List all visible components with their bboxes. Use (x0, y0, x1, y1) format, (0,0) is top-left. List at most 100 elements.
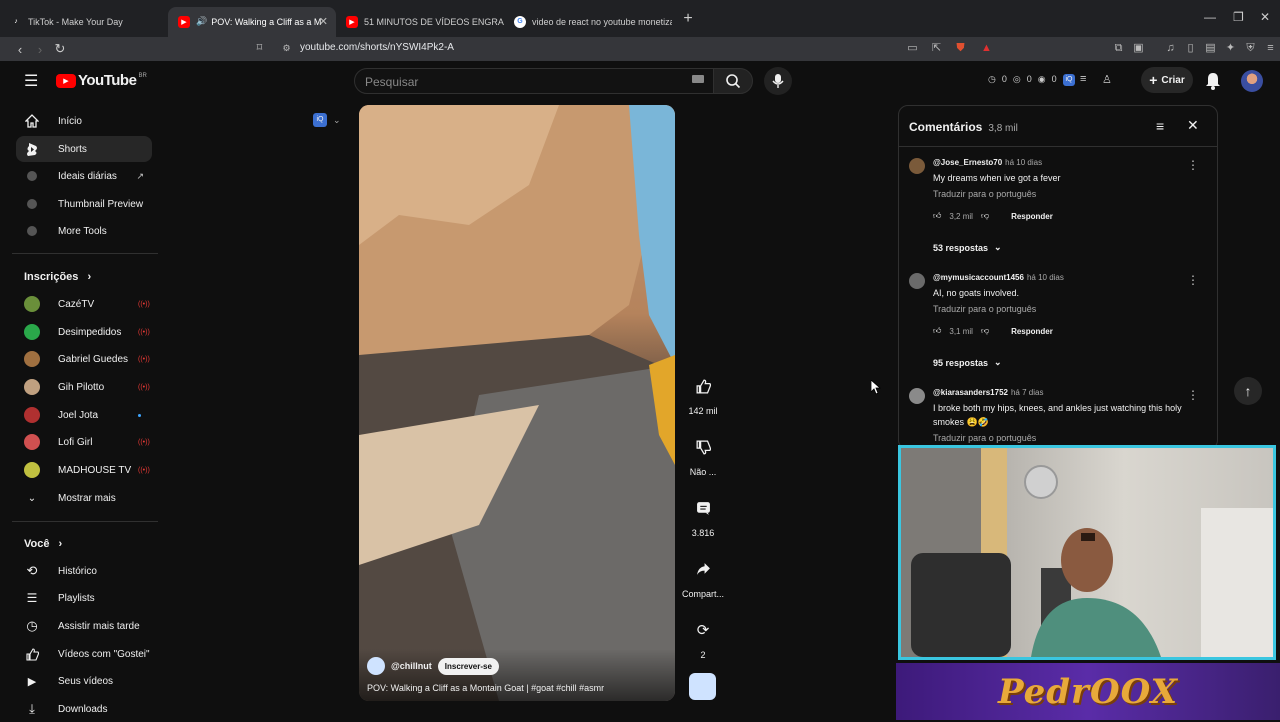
more-vertical-icon[interactable]: ⋮ (1187, 388, 1199, 402)
subscription-item-joel-jota[interactable]: Joel Jota (16, 402, 152, 428)
sidebar-item-inicio[interactable]: Início (16, 108, 152, 134)
like-button[interactable]: 142 mil (682, 372, 724, 416)
sidebar-item-seus-videos[interactable]: ▶︎ Seus vídeos (16, 668, 152, 694)
channel-name[interactable]: @chillnut (391, 661, 432, 671)
hamburger-menu-icon[interactable]: ☰ (24, 71, 38, 91)
dislike-button[interactable]: Não ... (682, 433, 724, 477)
sort-icon[interactable]: ≡ (1156, 118, 1164, 134)
subscriptions-header[interactable]: Inscrições › (24, 271, 91, 283)
notifications-bell-icon[interactable] (1205, 72, 1221, 90)
account-avatar[interactable] (1241, 70, 1263, 92)
thumbs-up-icon[interactable]: 👍︎ (933, 326, 941, 336)
reload-icon[interactable]: ↻ (50, 41, 70, 57)
rewards-icon[interactable]: ▲ (980, 42, 993, 55)
more-vertical-icon[interactable]: ⋮ (1187, 158, 1199, 172)
translate-link[interactable]: Traduzir para o português (933, 304, 1036, 314)
browser-tab-youtube-video[interactable]: ▶ 51 MINUTOS DE VÍDEOS ENGRAÇAD (336, 7, 504, 37)
maximize-icon[interactable]: ❐ (1233, 10, 1244, 24)
leo-icon[interactable]: ✦ (1224, 42, 1237, 55)
vidiq-toggle[interactable]: iQ ⌄ (313, 113, 341, 127)
brave-shield-icon[interactable]: ⛊ (954, 42, 967, 55)
install-icon[interactable]: ▭ (906, 42, 919, 55)
menu-icon[interactable]: ≡ (1264, 42, 1277, 55)
share-page-icon[interactable]: ⇱ (930, 42, 943, 55)
sidebar-item-assistir-mais-tarde[interactable]: ◷ Assistir mais tarde (16, 613, 152, 639)
subscription-item-gabriel-guedes[interactable]: Gabriel Guedes ((•)) (16, 346, 152, 372)
comment-author[interactable]: @kiarasanders1752 (933, 388, 1008, 397)
url-field[interactable]: youtube.com/shorts/nYSWI4Pk2-A (300, 42, 454, 53)
translate-link[interactable]: Traduzir para o português (933, 189, 1036, 199)
commenter-avatar[interactable] (909, 158, 925, 174)
live-icon: ((•)) (138, 439, 150, 446)
show-more-button[interactable]: ⌄ Mostrar mais (16, 485, 152, 511)
new-tab-icon[interactable]: + (676, 10, 700, 28)
vidiq-icon[interactable]: iQ (1063, 74, 1075, 86)
list-icon[interactable]: ≡ (1080, 73, 1086, 85)
sidebar-item-videos-gostei[interactable]: Vídeos com "Gostei" (16, 641, 152, 667)
translate-link[interactable]: Traduzir para o português (933, 433, 1036, 443)
reply-button[interactable]: Responder (1011, 327, 1053, 336)
thumbs-down-icon[interactable]: 👎︎ (981, 211, 989, 221)
minimize-icon[interactable]: — (1204, 10, 1216, 24)
view-replies-button[interactable]: 95 respostas ⌄ (933, 357, 1002, 368)
browser-tab-google[interactable]: G video de react no youtube monetiza (504, 7, 672, 37)
keyboard-icon[interactable] (692, 75, 704, 83)
sidebar-item-label: Seus vídeos (58, 675, 114, 687)
youtube-logo[interactable]: ▶ YouTube BR (56, 72, 147, 89)
sound-thumbnail[interactable] (689, 673, 716, 700)
site-info-icon[interactable]: ⚙ (280, 42, 293, 55)
sidebar-item-ideias-diarias[interactable]: Ideais diárias ↗ (16, 163, 152, 189)
subscription-item-madhouse-tv[interactable]: MADHOUSE TV ((•)) (16, 457, 152, 483)
close-window-icon[interactable]: ✕ (1260, 10, 1270, 24)
back-icon[interactable]: ‹ (10, 42, 30, 57)
subscription-item-cazetv[interactable]: CazéTV ((•)) (16, 291, 152, 317)
vpn-icon[interactable]: ⛨ (1244, 42, 1257, 55)
commenter-avatar[interactable] (909, 273, 925, 289)
close-tab-icon[interactable]: ✕ (319, 15, 328, 28)
search-button[interactable] (713, 68, 753, 94)
trophy-icon[interactable]: ♙ (1102, 73, 1112, 86)
thumbs-up-icon[interactable]: 👍︎ (933, 211, 941, 221)
media-icon[interactable]: ♫ (1164, 42, 1177, 55)
you-header[interactable]: Você › (24, 538, 62, 550)
thumbs-down-icon[interactable]: 👎︎ (981, 326, 989, 336)
subscription-item-gih-pilotto[interactable]: Gih Pilotto ((•)) (16, 374, 152, 400)
subscription-item-lofi-girl[interactable]: Lofi Girl ((•)) (16, 429, 152, 455)
sidebar-icon[interactable]: ▯ (1184, 42, 1197, 55)
view-replies-button[interactable]: 53 respostas ⌄ (933, 242, 1002, 253)
browser-tab-tiktok[interactable]: ♪ TikTok - Make Your Day (0, 7, 168, 37)
sidebar-item-downloads[interactable]: ⤓ Downloads (16, 696, 152, 722)
sidebar-item-historico[interactable]: ⟲ Histórico (16, 558, 152, 584)
search-input[interactable]: Pesquisar (354, 68, 714, 94)
forward-icon[interactable]: › (30, 42, 50, 57)
sidebar-item-more-tools[interactable]: More Tools (16, 218, 152, 244)
short-video-player[interactable]: @chillnut Inscrever-se POV: Walking a Cl… (359, 105, 675, 701)
wallet-icon[interactable]: ▤ (1204, 42, 1217, 55)
bookmark-icon[interactable]: ⌑ (253, 42, 266, 55)
extensions-icon[interactable]: ⧉ (1112, 42, 1125, 55)
sidebar-item-thumbnail-preview[interactable]: Thumbnail Preview (16, 191, 152, 217)
create-button[interactable]: + Criar (1141, 67, 1193, 93)
reply-button[interactable]: Responder (1011, 212, 1053, 221)
more-vertical-icon[interactable]: ⋮ (1187, 273, 1199, 287)
sidebar-item-playlists[interactable]: ☰ Playlists (16, 585, 152, 611)
subscription-item-desimpedidos[interactable]: Desimpedidos ((•)) (16, 319, 152, 345)
remix-button[interactable]: ⟳ 2 (682, 616, 724, 660)
browser-tab-youtube-short[interactable]: ▶ 🔊 POV: Walking a Cliff as a Mon ✕ (168, 6, 336, 37)
share-button[interactable]: Compart... (682, 555, 724, 599)
chevron-down-icon: ⌄ (27, 492, 37, 504)
subscribe-button[interactable]: Inscrever-se (437, 657, 499, 675)
chevron-down-icon: ⌄ (994, 242, 1002, 252)
comments-button[interactable]: 3.816 (682, 494, 724, 538)
voice-search-button[interactable] (764, 67, 792, 95)
comment-author[interactable]: @mymusicaccount1456 (933, 273, 1024, 282)
thumbs-down-icon (689, 433, 717, 461)
sidebar-item-shorts[interactable]: Shorts (16, 136, 152, 162)
replies-count: 53 respostas (933, 242, 989, 253)
commenter-avatar[interactable] (909, 388, 925, 404)
close-icon[interactable]: ✕ (1187, 117, 1199, 134)
previous-short-button[interactable]: ↑ (1234, 377, 1262, 405)
comment-author[interactable]: @Jose_Ernesto70 (933, 158, 1002, 167)
channel-avatar[interactable] (367, 657, 385, 675)
screenshot-icon[interactable]: ▣ (1132, 42, 1145, 55)
